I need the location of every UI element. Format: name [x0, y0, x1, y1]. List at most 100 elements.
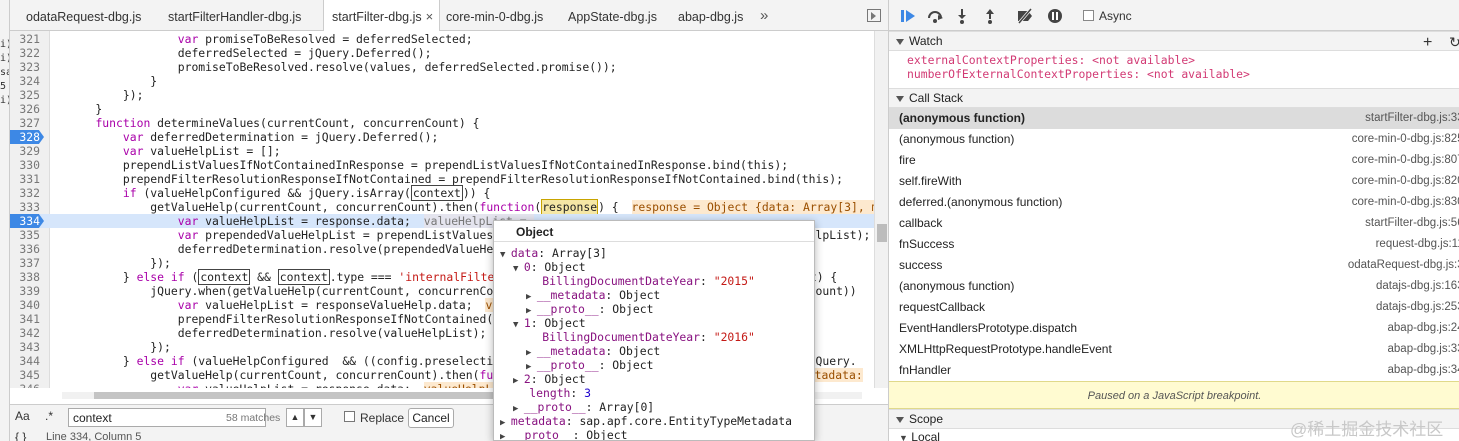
editor-tab[interactable]: AppState-dbg.js: [560, 0, 665, 31]
step-into-icon[interactable]: [953, 8, 971, 24]
line-number[interactable]: 327: [10, 116, 40, 130]
code-line[interactable]: 325 });: [10, 88, 874, 102]
code-line[interactable]: 332 if (valueHelpConfigured && jQuery.is…: [10, 185, 874, 201]
scope-local[interactable]: ▼ Local: [899, 430, 940, 441]
frame-location[interactable]: datajs-dbg.js:1634: [1376, 276, 1459, 297]
property-row[interactable]: ▶ 2: Object: [513, 372, 586, 386]
collapsed-triangle-icon[interactable]: ▶: [526, 292, 537, 302]
line-number[interactable]: 323: [10, 60, 40, 74]
expanded-triangle-icon[interactable]: ▼: [500, 250, 511, 260]
frame-location[interactable]: odataRequest-dbg.js:34: [1348, 255, 1459, 276]
call-frame[interactable]: deferred.(anonymous function) core-min-0-…: [889, 192, 1459, 213]
call-frame[interactable]: fire core-min-0-dbg.js:8074: [889, 150, 1459, 171]
line-number[interactable]: 325: [10, 88, 40, 102]
search-prev-button[interactable]: ▲: [286, 408, 304, 427]
frame-location[interactable]: datajs-dbg.js:2531: [1376, 297, 1459, 318]
more-tabs-icon[interactable]: »: [760, 0, 768, 32]
call-frame[interactable]: (anonymous function) core-min-0-dbg.js:82…: [889, 129, 1459, 150]
add-watch-icon[interactable]: +: [1423, 34, 1432, 52]
property-row[interactable]: ▶ __proto__: Object: [526, 302, 653, 316]
line-number[interactable]: 328: [10, 130, 44, 144]
line-number[interactable]: 329: [10, 144, 40, 158]
frame-location[interactable]: core-min-0-dbg.js:8253: [1352, 129, 1459, 150]
code-line[interactable]: 329 var valueHelpList = [];: [10, 144, 874, 158]
code-line[interactable]: 333 getValueHelp(currentCount, concurren…: [10, 199, 874, 215]
call-frame[interactable]: success odataRequest-dbg.js:34: [889, 255, 1459, 276]
property-row[interactable]: ▶ __proto__: Array[0]: [513, 400, 654, 414]
frame-location[interactable]: abap-dbg.js:349: [1388, 360, 1459, 381]
line-number[interactable]: 326: [10, 102, 40, 116]
property-row[interactable]: ▶ __metadata: Object: [526, 288, 660, 302]
property-row[interactable]: ▼ 1: Object: [513, 316, 586, 330]
line-number[interactable]: 346: [10, 382, 40, 388]
scroll-thumb[interactable]: [877, 224, 887, 242]
resume-icon[interactable]: [899, 8, 917, 24]
code-line[interactable]: 324 }: [10, 74, 874, 88]
collapsed-triangle-icon[interactable]: ▶: [500, 418, 511, 428]
frame-location[interactable]: core-min-0-dbg.js:8074: [1352, 150, 1459, 171]
code-line[interactable]: 321 var promiseToBeResolved = deferredSe…: [10, 32, 874, 46]
line-number[interactable]: 324: [10, 74, 40, 88]
pretty-print-button[interactable]: { }: [15, 430, 26, 441]
collapsed-triangle-icon[interactable]: ▶: [500, 432, 511, 440]
watch-item[interactable]: numberOfExternalContextProperties: <not …: [907, 67, 1250, 81]
line-number[interactable]: 341: [10, 312, 40, 326]
call-frame[interactable]: (anonymous function) startFilter-dbg.js:3…: [889, 108, 1459, 129]
editor-tab[interactable]: startFilterHandler-dbg.js: [160, 0, 309, 31]
frame-location[interactable]: core-min-0-dbg.js:8303: [1352, 192, 1459, 213]
expanded-triangle-icon[interactable]: ▼: [513, 264, 524, 274]
property-row[interactable]: length: 3: [513, 386, 591, 400]
line-number[interactable]: 345: [10, 368, 40, 382]
code-line[interactable]: 330 prependListValuesIfNotContainedInRes…: [10, 158, 874, 172]
call-frame[interactable]: callback startFilter-dbg.js:561: [889, 213, 1459, 234]
call-frame[interactable]: EventHandlersPrototype.dispatch abap-dbg.…: [889, 318, 1459, 339]
call-frame[interactable]: fnHandler abap-dbg.js:349: [889, 360, 1459, 381]
property-row[interactable]: ▶ __metadata: Object: [526, 344, 660, 358]
pause-on-exceptions-icon[interactable]: [1046, 8, 1064, 24]
line-number[interactable]: 343: [10, 340, 40, 354]
regex-toggle[interactable]: .*: [45, 409, 53, 423]
property-row[interactable]: BillingDocumentDateYear: "2015": [526, 274, 755, 288]
property-row[interactable]: ▼ 0: Object: [513, 260, 586, 274]
step-out-icon[interactable]: [981, 8, 999, 24]
line-number[interactable]: 342: [10, 326, 40, 340]
object-popover[interactable]: Object ▼ data: Array[3] ▼ 0: Object Billi…: [493, 220, 815, 441]
editor-tab[interactable]: core-min-0-dbg.js: [438, 0, 551, 31]
frame-location[interactable]: startFilter-dbg.js:334: [1365, 108, 1459, 129]
frame-location[interactable]: core-min-0-dbg.js:8204: [1352, 171, 1459, 192]
line-number[interactable]: 338: [10, 270, 40, 284]
property-row[interactable]: ▼ data: Array[3]: [500, 246, 607, 260]
code-line[interactable]: 327 function determineValues(currentCoun…: [10, 116, 874, 130]
line-number[interactable]: 322: [10, 46, 40, 60]
watch-section-header[interactable]: Watch: [889, 31, 1459, 51]
editor-tab[interactable]: odataRequest-dbg.js: [18, 0, 149, 31]
line-number[interactable]: 332: [10, 186, 40, 200]
line-number[interactable]: 336: [10, 242, 40, 256]
line-number[interactable]: 344: [10, 354, 40, 368]
line-number[interactable]: 331: [10, 172, 40, 186]
call-frame[interactable]: (anonymous function) datajs-dbg.js:1634: [889, 276, 1459, 297]
code-line[interactable]: 328 var deferredDetermination = jQuery.D…: [10, 130, 874, 144]
code-line[interactable]: 323 promiseToBeResolved.resolve(values, …: [10, 60, 874, 74]
match-case-toggle[interactable]: Aa: [15, 409, 30, 423]
code-line[interactable]: 326 }: [10, 102, 874, 116]
line-number[interactable]: 339: [10, 284, 40, 298]
editor-tab[interactable]: startFilter-dbg.js ×: [323, 0, 441, 32]
call-frame[interactable]: self.fireWith core-min-0-dbg.js:8204: [889, 171, 1459, 192]
line-number[interactable]: 335: [10, 228, 40, 242]
code-line[interactable]: 322 deferredSelected = jQuery.Deferred()…: [10, 46, 874, 60]
toggle-debugger-icon[interactable]: [867, 9, 881, 22]
line-number[interactable]: 333: [10, 200, 40, 214]
collapsed-triangle-icon[interactable]: ▶: [526, 306, 537, 316]
property-row[interactable]: ▶ __proto__: Object: [526, 358, 653, 372]
collapsed-triangle-icon[interactable]: ▶: [513, 376, 524, 386]
code-line[interactable]: 331 prependFilterResolutionResponseIfNot…: [10, 172, 874, 186]
collapsed-triangle-icon[interactable]: ▶: [513, 404, 524, 414]
collapsed-triangle-icon[interactable]: ▶: [526, 362, 537, 372]
collapsed-triangle-icon[interactable]: ▶: [526, 348, 537, 358]
call-frame[interactable]: requestCallback datajs-dbg.js:2531: [889, 297, 1459, 318]
watch-item[interactable]: externalContextProperties: <not availabl…: [907, 53, 1195, 67]
close-icon[interactable]: ×: [426, 9, 434, 24]
line-number[interactable]: 334: [10, 214, 44, 228]
line-number[interactable]: 321: [10, 32, 40, 46]
